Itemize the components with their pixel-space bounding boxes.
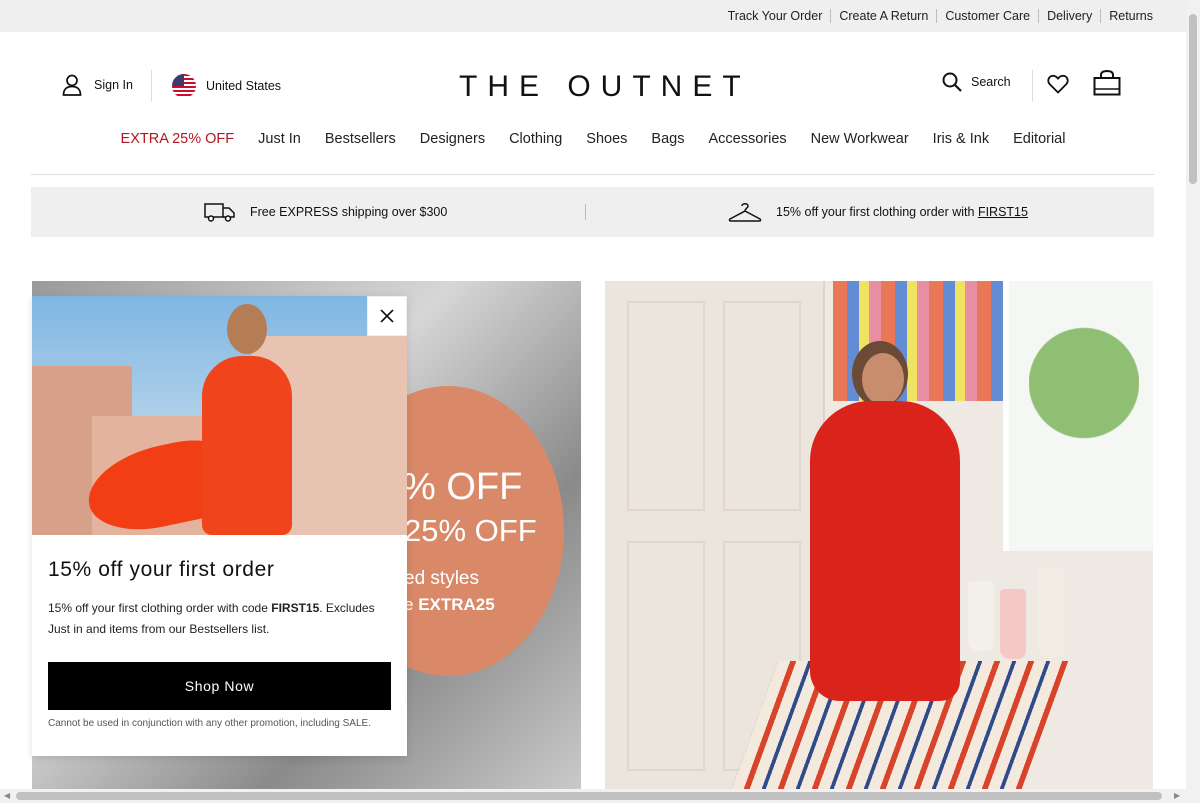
hero-code-line: e EXTRA25 [404,595,495,615]
delivery-link[interactable]: Delivery [1038,9,1100,23]
sign-in-label: Sign In [94,78,133,92]
modal-image [32,296,407,535]
main-nav: EXTRA 25% OFF Just In Bestsellers Design… [0,131,1186,147]
nav-iris-ink[interactable]: Iris & Ink [921,131,1001,147]
horizontal-scrollbar[interactable]: ◀ ▶ [0,789,1200,803]
shop-now-button[interactable]: Shop Now [48,662,391,710]
header-divider [1032,70,1033,102]
nav-just-in[interactable]: Just In [246,131,313,147]
search-icon [942,72,962,92]
strip-divider [585,204,586,220]
search-button[interactable]: Search [942,72,1011,92]
utility-bar: Track Your Order Create A Return Custome… [0,0,1186,32]
modal-description: 15% off your first clothing order with c… [48,598,393,640]
nav-bestsellers[interactable]: Bestsellers [313,131,408,147]
hanger-icon [728,203,762,222]
nav-editorial[interactable]: Editorial [1001,131,1077,147]
model-head [227,304,267,354]
scroll-left-icon[interactable]: ◀ [4,791,10,800]
track-order-link[interactable]: Track Your Order [720,9,831,23]
delivery-truck-icon [204,203,235,222]
modal-promo-code: FIRST15 [271,601,320,615]
wardrobe-panel [627,301,705,511]
close-icon [380,309,394,323]
create-return-link[interactable]: Create A Return [830,9,936,23]
orange-dress [202,356,292,535]
customer-care-link[interactable]: Customer Care [936,9,1038,23]
nav-new-workwear[interactable]: New Workwear [799,131,921,147]
header-divider [151,70,152,102]
nav-divider [31,174,1154,175]
shipping-promo-text: Free EXPRESS shipping over $300 [250,205,448,219]
hero-headline-1: % OFF [402,466,523,508]
nav-bags[interactable]: Bags [639,131,696,147]
vertical-scrollbar[interactable] [1186,0,1200,789]
horizontal-scroll-thumb[interactable] [16,792,1162,800]
wardrobe-panel [627,541,705,771]
hero-headline-2: 25% OFF [404,513,537,548]
site-header: Sign In United States THE OUTNET Search [0,32,1186,140]
model-face [862,353,904,405]
nav-clothing[interactable]: Clothing [497,131,574,147]
boot [1038,567,1064,657]
close-modal-button[interactable] [367,296,407,336]
first-order-modal: 15% off your first order 15% off your fi… [32,296,407,756]
red-dress [810,401,960,701]
promo-code-link[interactable]: FIRST15 [978,205,1028,219]
scroll-right-icon[interactable]: ▶ [1174,791,1180,800]
hero-code: EXTRA25 [418,595,495,614]
search-label: Search [971,75,1011,89]
promo-strip: Free EXPRESS shipping over $300 15% off … [31,187,1154,237]
modal-body-prefix: 15% off your first clothing order with c… [48,601,272,615]
heart-icon [1047,74,1069,94]
country-label: United States [206,79,282,93]
shopping-bag-button[interactable] [1093,69,1121,101]
tree [1029,311,1139,491]
window [1003,281,1153,551]
shipping-promo[interactable]: Free EXPRESS shipping over $300 [204,187,447,237]
bag-icon [1093,69,1121,96]
modal-fine-print: Cannot be used in conjunction with any o… [48,718,371,729]
nav-shoes[interactable]: Shoes [574,131,639,147]
boot [1000,589,1026,659]
modal-title: 15% off your first order [48,558,275,581]
hero-editorial-image[interactable] [605,281,1153,789]
model-red-dress [800,341,970,781]
nav-extra-25-off[interactable]: EXTRA 25% OFF [109,131,247,147]
hero-subline: ed styles [404,568,479,589]
sign-in-button[interactable]: Sign In [62,74,133,96]
country-selector[interactable]: United States [172,74,281,98]
first-order-promo-text: 15% off your first clothing order with F… [776,205,1028,219]
returns-link[interactable]: Returns [1100,9,1161,23]
vertical-scroll-thumb[interactable] [1189,14,1197,184]
first-order-promo[interactable]: 15% off your first clothing order with F… [728,187,1028,237]
first-order-prefix: 15% off your first clothing order with [776,205,978,219]
user-icon [62,74,82,96]
wishlist-button[interactable] [1047,74,1069,99]
us-flag-icon [172,74,196,98]
site-logo[interactable]: THE OUTNET [459,70,751,104]
nav-designers[interactable]: Designers [408,131,497,147]
nav-accessories[interactable]: Accessories [696,131,798,147]
boot [968,581,994,651]
wardrobe-panel [723,301,801,511]
